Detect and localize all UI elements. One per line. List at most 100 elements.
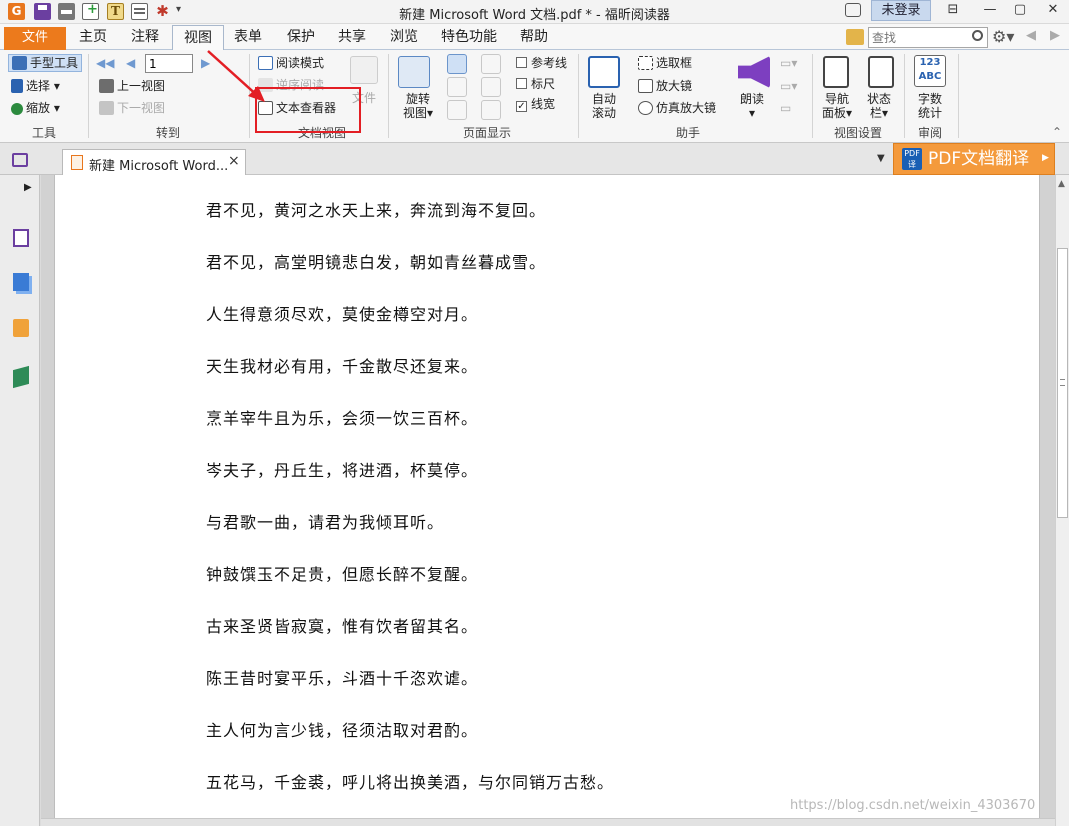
single-page-icon[interactable] [447, 54, 467, 74]
read-aloud-button[interactable]: 朗读 ▾ [740, 92, 764, 120]
document-page[interactable]: 君不见，黄河之水天上来，奔流到海不复回。 君不见，高堂明镜悲白发，朝如青丝暮成雪… [54, 175, 1040, 826]
layers-icon[interactable] [13, 273, 29, 291]
ribbon-separator [958, 54, 959, 138]
auto-scroll-icon[interactable] [588, 56, 620, 88]
comments-icon[interactable] [13, 319, 29, 337]
hand-tool-button[interactable]: 手型工具 [8, 54, 83, 72]
read-aloud-dropdown-icon[interactable]: ▾ [740, 106, 764, 120]
tab-comment[interactable]: 注释 [131, 28, 159, 46]
gear-icon[interactable]: ⚙▾ [992, 27, 1014, 46]
previous-view-button[interactable]: 上一视图 [99, 78, 165, 94]
magnifier-button[interactable]: 放大镜 [638, 78, 692, 94]
close-button[interactable]: ✕ [1038, 0, 1068, 22]
file-view-icon[interactable] [350, 56, 378, 84]
scroll-up-icon[interactable]: ▲ [1058, 179, 1065, 189]
nav-back-icon[interactable]: ◀ [1026, 28, 1036, 43]
document-line: 五花马，千金裘，呼儿将出换美酒，与尔同销万古愁。 [206, 773, 615, 792]
guides-checkbox[interactable]: 参考线 [516, 55, 567, 71]
tab-browse[interactable]: 浏览 [390, 28, 418, 46]
form-icon[interactable] [131, 3, 148, 20]
document-line: 君不见，黄河之水天上来，奔流到海不复回。 [206, 201, 547, 220]
rotate-view-icon[interactable] [398, 56, 430, 88]
tab-form[interactable]: 表单 [234, 28, 262, 46]
pdf-translate-button[interactable]: PDF 译 PDF文档翻译 ▶ [893, 143, 1055, 175]
tab-share[interactable]: 共享 [338, 28, 366, 46]
typewriter-icon[interactable]: T [107, 3, 124, 20]
auto-scroll-button[interactable]: 自动 滚动 [592, 92, 616, 120]
line-weights-checkbox-box[interactable]: ✓ [516, 101, 527, 112]
navigation-panel: ▶ [0, 175, 40, 826]
book-icon [258, 56, 273, 70]
app-logo-icon[interactable]: G [8, 3, 25, 20]
save-icon[interactable] [34, 3, 51, 20]
group-label-assistant: 助手 [675, 126, 700, 140]
rotate-view-button[interactable]: 旋转 视图▾ [403, 92, 433, 120]
cover-page-icon[interactable] [481, 100, 501, 120]
ribbon-separator [578, 54, 579, 138]
tab-home[interactable]: 主页 [79, 28, 107, 46]
nav-panel-icon[interactable] [823, 56, 849, 88]
login-button[interactable]: 未登录 [871, 0, 931, 21]
ruler-checkbox[interactable]: 标尺 [516, 76, 555, 92]
next-page-icon[interactable]: ▶ [201, 55, 210, 71]
prev-page-icon[interactable]: ◀ [126, 55, 135, 71]
panel-expand-icon[interactable]: ▶ [24, 182, 32, 193]
word-count-label-line2: 统计 [918, 106, 943, 120]
close-tab-icon[interactable]: × [228, 153, 240, 169]
loupe-button[interactable]: 仿真放大镜 [638, 100, 716, 116]
quick-access-dropdown-icon[interactable]: ▾ [176, 4, 181, 15]
tab-file[interactable]: 文件 [4, 27, 66, 50]
ruler-checkbox-box[interactable] [516, 78, 527, 89]
split-view-icon[interactable] [447, 100, 467, 120]
tab-features[interactable]: 特色功能 [441, 28, 497, 46]
marquee-button[interactable]: 选取框 [638, 55, 692, 71]
word-count-icon[interactable]: 123 ABC [914, 55, 946, 87]
reading-mode-button[interactable]: 阅读模式 [258, 55, 324, 71]
guides-checkbox-box[interactable] [516, 57, 527, 68]
word-count-button[interactable]: 字数 统计 [918, 92, 942, 120]
document-line: 天生我材必有用，千金散尽还复来。 [206, 357, 479, 376]
new-document-icon[interactable] [82, 2, 99, 20]
facing-page-icon[interactable] [447, 77, 467, 97]
read-aloud-label: 朗读 [740, 92, 765, 106]
tab-help[interactable]: 帮助 [520, 28, 548, 46]
attachments-icon[interactable] [13, 365, 29, 389]
read-option-1-icon[interactable]: ▭▾ [780, 55, 797, 71]
maximize-button[interactable]: ▢ [1005, 0, 1035, 22]
search-icon[interactable] [972, 30, 983, 41]
tab-list-dropdown-icon[interactable]: ▼ [877, 153, 885, 164]
read-option-2-icon[interactable]: ▭▾ [780, 78, 797, 94]
page-number-input[interactable] [145, 54, 193, 73]
previous-view-icon [99, 79, 114, 93]
status-bar-icon[interactable] [868, 56, 894, 88]
print-icon[interactable] [58, 3, 75, 20]
zoom-tool-button[interactable]: 缩放 ▾ [11, 100, 60, 116]
minimize-button[interactable]: — [975, 0, 1005, 22]
auto-scroll-label-line1: 自动 [592, 92, 617, 106]
document-tab[interactable]: 新建 Microsoft Word... × [62, 149, 246, 176]
nav-forward-icon[interactable]: ▶ [1050, 28, 1060, 43]
message-icon[interactable] [845, 3, 861, 17]
search-folder-icon[interactable] [846, 29, 864, 45]
ribbon-collapse-icon[interactable]: ⌃ [1052, 124, 1062, 140]
ribbon-toggle-button[interactable]: ⊟ [938, 0, 968, 22]
panel-toggle-icon[interactable] [12, 153, 28, 167]
pages-icon[interactable] [13, 229, 29, 247]
select-tool-button[interactable]: 选择 ▾ [11, 78, 60, 94]
search-input[interactable] [868, 27, 988, 48]
tab-protect[interactable]: 保护 [287, 28, 315, 46]
continuous-facing-icon[interactable] [481, 77, 501, 97]
first-page-icon[interactable]: ◀◀ [96, 55, 114, 71]
stamp-icon[interactable]: ✱ [154, 3, 171, 20]
next-view-button[interactable]: 下一视图 [99, 100, 165, 116]
document-tab-strip: 新建 Microsoft Word... × ▼ PDF 译 PDF文档翻译 ▶ [0, 143, 1069, 176]
scroll-thumb[interactable] [1057, 248, 1068, 518]
speaker-icon[interactable] [738, 56, 770, 88]
nav-panel-button[interactable]: 导航 面板▾ [822, 92, 852, 120]
vertical-scrollbar[interactable]: ▲ [1055, 175, 1069, 826]
line-weights-checkbox[interactable]: ✓ 线宽 [516, 96, 555, 112]
read-option-3-icon[interactable]: ▭ [780, 100, 791, 116]
tab-view[interactable]: 视图 [172, 25, 224, 51]
status-bar-button[interactable]: 状态 栏▾ [867, 92, 891, 120]
continuous-page-icon[interactable] [481, 54, 501, 74]
